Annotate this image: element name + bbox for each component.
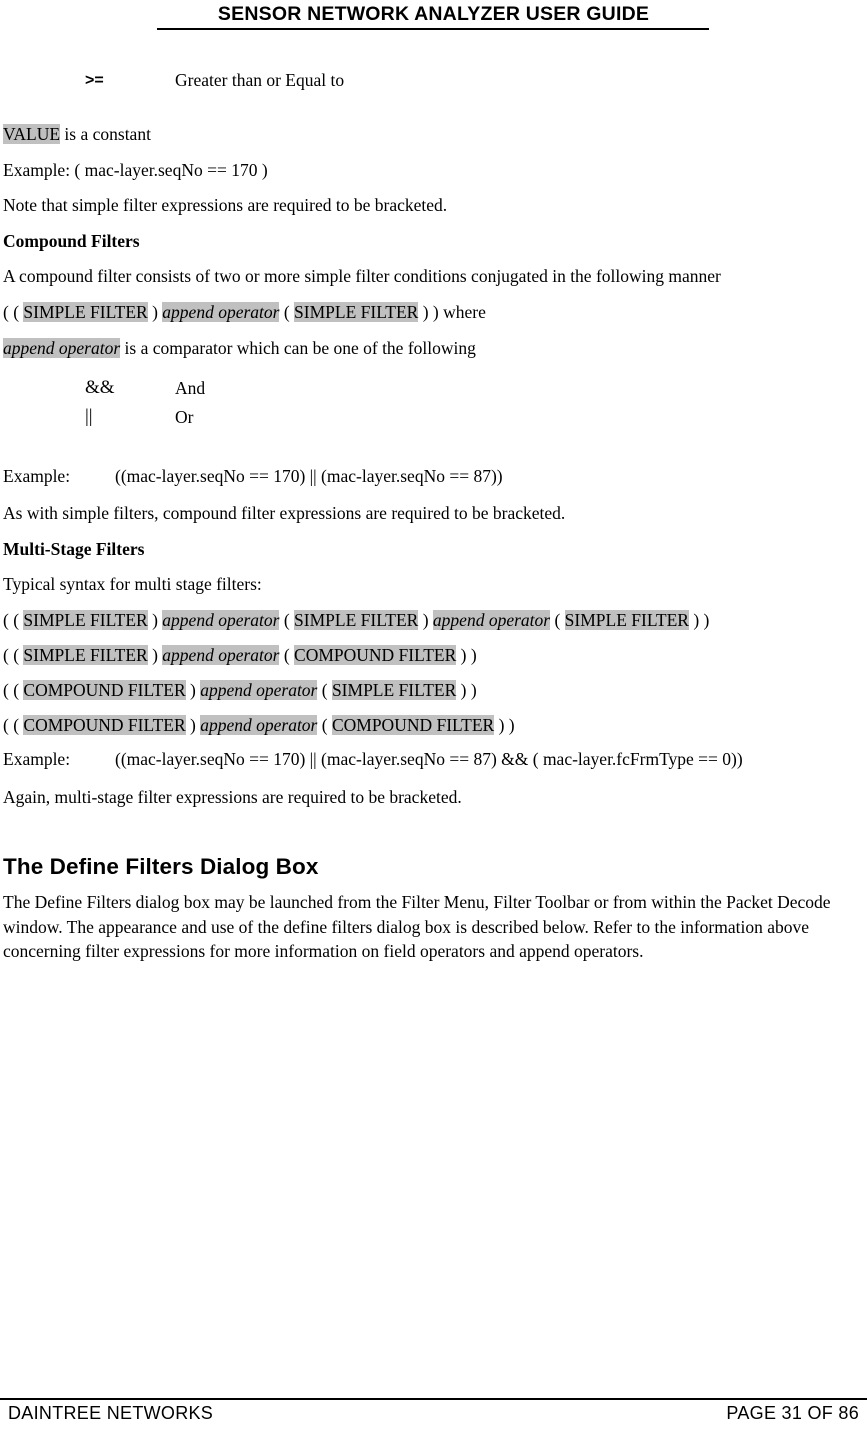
syntax-part-1: ( (: [3, 302, 24, 322]
multistage-syntax-line-4: ( ( COMPOUND FILTER ) append operator ( …: [3, 713, 515, 738]
syntax-segment: SIMPLE FILTER: [564, 610, 689, 630]
compound-syntax-line: ( ( SIMPLE FILTER ) append operator ( SI…: [3, 300, 486, 325]
syntax-segment: ( (: [3, 715, 24, 735]
syntax-segment: ) ): [494, 715, 515, 735]
syntax-segment: ( (: [3, 610, 24, 630]
syntax-segment: (: [279, 645, 295, 665]
syntax-segment: SIMPLE FILTER: [23, 610, 148, 630]
document-page: SENSOR NETWORK ANALYZER USER GUIDE >= Gr…: [0, 0, 867, 1447]
heading-define-filters-dialog: The Define Filters Dialog Box: [3, 854, 319, 879]
multistage-example-value: ((mac-layer.seqNo == 170) || (mac-layer.…: [115, 749, 743, 769]
footer-page-number: PAGE 31 OF 86: [726, 1403, 859, 1423]
syntax-segment: append operator: [432, 610, 551, 630]
syntax-segment: append operator: [200, 715, 318, 735]
syntax-segment: ( (: [3, 645, 24, 665]
heading-multistage-filters: Multi-Stage Filters: [3, 539, 145, 559]
header-divider: [157, 28, 709, 30]
syntax-segment: (: [279, 610, 295, 630]
syntax-segment: COMPOUND FILTER: [23, 680, 186, 700]
compound-note: As with simple filters, compound filter …: [3, 503, 566, 523]
operator-desc-gte: Greater than or Equal to: [175, 70, 345, 90]
syntax-segment: append operator: [200, 680, 318, 700]
multistage-example-label: Example:: [3, 749, 71, 769]
compound-example-value: ((mac-layer.seqNo == 170) || (mac-layer.…: [115, 466, 503, 486]
syntax-segment: (: [317, 680, 332, 700]
operator-symbol-gte: >=: [85, 72, 104, 89]
append-operator-definition-rest: is a comparator which can be one of the …: [120, 338, 476, 358]
syntax-part-3: (: [279, 302, 295, 322]
multistage-note: Again, multi-stage filter expressions ar…: [3, 787, 462, 807]
append-operator-definition-line: append operator is a comparator which ca…: [3, 336, 476, 361]
syntax-part-2: ): [147, 302, 163, 322]
compound-example-label: Example:: [3, 466, 71, 486]
page-header: SENSOR NETWORK ANALYZER USER GUIDE: [217, 3, 650, 25]
multistage-syntax-line-1: ( ( SIMPLE FILTER ) append operator ( SI…: [3, 608, 709, 633]
syntax-segment: ): [185, 715, 201, 735]
syntax-segment: (: [550, 610, 565, 630]
token-simple-filter: SIMPLE FILTER: [23, 302, 148, 322]
token-append-operator: append operator: [162, 302, 280, 322]
syntax-segment: COMPOUND FILTER: [294, 645, 457, 665]
syntax-segment: (: [317, 715, 332, 735]
append-op-desc-and: And: [175, 378, 206, 398]
compound-description: A compound filter consists of two or mor…: [3, 266, 721, 286]
syntax-segment: ) ): [456, 645, 477, 665]
value-token: VALUE: [3, 124, 61, 144]
token-append-operator-lead: append operator: [3, 338, 121, 358]
multistage-syntax-line-3: ( ( COMPOUND FILTER ) append operator ( …: [3, 678, 477, 703]
heading-compound-filters: Compound Filters: [3, 231, 140, 251]
token-simple-filter-2: SIMPLE FILTER: [294, 302, 419, 322]
syntax-segment: SIMPLE FILTER: [294, 610, 419, 630]
syntax-segment: SIMPLE FILTER: [23, 645, 148, 665]
syntax-segment: append operator: [162, 645, 280, 665]
syntax-segment: ( (: [3, 680, 24, 700]
define-filters-dialog-paragraph: The Define Filters dialog box may be lau…: [3, 892, 831, 961]
syntax-segment: ): [147, 645, 163, 665]
append-op-symbol-and: &&: [85, 377, 115, 398]
syntax-segment: ): [147, 610, 163, 630]
value-constant-line: VALUE is a constant: [3, 122, 151, 147]
syntax-segment: ): [418, 610, 433, 630]
footer-divider: [0, 1398, 867, 1400]
example-simple-filter: Example: ( mac-layer.seqNo == 170 ): [3, 160, 268, 180]
syntax-segment: ): [185, 680, 201, 700]
footer-company: DAINTREE NETWORKS: [8, 1403, 214, 1423]
append-op-desc-or: Or: [175, 407, 194, 427]
syntax-segment: SIMPLE FILTER: [331, 680, 457, 700]
append-op-symbol-or: ||: [85, 406, 93, 427]
syntax-segment: ) ): [688, 610, 710, 630]
syntax-part-4: ) ) where: [418, 302, 486, 322]
syntax-segment: append operator: [162, 610, 280, 630]
multistage-description: Typical syntax for multi stage filters:: [3, 574, 262, 594]
syntax-segment: COMPOUND FILTER: [23, 715, 186, 735]
value-constant-rest: is a constant: [60, 124, 151, 144]
syntax-segment: COMPOUND FILTER: [331, 715, 495, 735]
syntax-segment: ) ): [456, 680, 477, 700]
note-simple-bracketed: Note that simple filter expressions are …: [3, 195, 448, 215]
multistage-syntax-line-2: ( ( SIMPLE FILTER ) append operator ( CO…: [3, 643, 477, 668]
